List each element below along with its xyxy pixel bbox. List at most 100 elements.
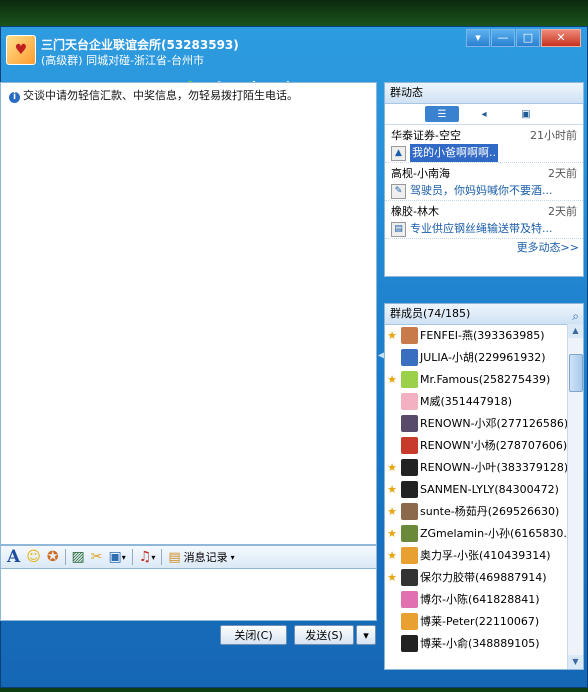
dynamics-message[interactable]: ▲ 我的小爸啊啊啊.. bbox=[391, 144, 577, 162]
dynamics-message[interactable]: ▤ 专业供应钢丝绳输送带及特... bbox=[391, 220, 577, 238]
image-icon[interactable]: ▨ bbox=[72, 549, 85, 565]
dynamics-author[interactable]: 橡胶-林木 bbox=[391, 203, 439, 220]
member-avatar[interactable] bbox=[401, 348, 418, 366]
admin-star-icon: ★ bbox=[387, 482, 397, 496]
admin-star-icon: ★ bbox=[387, 548, 397, 562]
dynamics-item[interactable]: 高枧-小南海 2天前 ✎ 驾驶员，你妈妈喊你不要酒... bbox=[385, 163, 583, 201]
member-row[interactable]: RENOWN-小邓(277126586) bbox=[385, 412, 568, 434]
member-row[interactable]: 博莱-小俞(348889105) bbox=[385, 632, 568, 654]
dynamics-message-text: 驾驶员，你妈妈喊你不要酒... bbox=[410, 184, 553, 197]
dynamics-time: 21小时前 bbox=[530, 129, 577, 142]
member-name: RENOWN'小杨(278707606) bbox=[420, 439, 568, 452]
magic-face-icon[interactable]: ✪ bbox=[47, 549, 59, 565]
close-window-button[interactable]: ✕ bbox=[541, 29, 581, 47]
dynamics-time: 2天前 bbox=[548, 167, 577, 180]
member-avatar[interactable] bbox=[401, 546, 418, 564]
format-toolbar: A ☺ ✪ ▨ ✂ ▣ ▾ ♫ ▾ ▤ 消息记录 ▾ bbox=[0, 545, 377, 569]
member-name: FENFEI-燕(393363985) bbox=[420, 329, 545, 342]
dynamics-item-header: 橡胶-林木 2天前 bbox=[391, 203, 577, 220]
member-name: sunte-杨茹丹(269526630) bbox=[420, 505, 560, 518]
member-list-scrollbar[interactable]: ▲ ▼ bbox=[567, 324, 583, 669]
dynamics-item[interactable]: 橡胶-林木 2天前 ▤ 专业供应钢丝绳输送带及特... bbox=[385, 201, 583, 239]
member-row[interactable]: ★ 保尔力胶带(469887914) bbox=[385, 566, 568, 588]
member-row[interactable]: ★ sunte-杨茹丹(269526630) bbox=[385, 500, 568, 522]
dynamics-type-icon: ✎ bbox=[391, 183, 406, 199]
tab-audio[interactable]: ◂ bbox=[467, 106, 501, 122]
member-avatar[interactable] bbox=[401, 458, 418, 476]
window-subtitle: (高级群) 同城对碰-浙江省-台州市 bbox=[41, 54, 205, 67]
dynamics-message[interactable]: ✎ 驾驶员，你妈妈喊你不要酒... bbox=[391, 182, 577, 200]
screen-capture-icon[interactable]: ▣ bbox=[109, 549, 122, 565]
menu-dropdown-button[interactable]: ▾ bbox=[466, 29, 490, 47]
group-dynamics-panel: 群动态 ☰ ◂ ▣ 华泰证券-空空 21小时前 ▲ 我的小爸啊啊啊.. 高枧-小南海 2天… bbox=[384, 82, 584, 277]
music-icon[interactable]: ♫ bbox=[139, 549, 152, 565]
member-row[interactable]: M威(351447918) bbox=[385, 390, 568, 412]
window-controls: ▾ — □ ✕ bbox=[465, 29, 581, 47]
member-name: 博莱-Peter(22110067) bbox=[420, 615, 540, 628]
member-row[interactable]: ★ 奥力孚-小张(410439314) bbox=[385, 544, 568, 566]
message-input[interactable] bbox=[0, 569, 377, 621]
tab-album[interactable]: ▣ bbox=[509, 106, 543, 122]
send-options-button[interactable]: ▾ bbox=[356, 625, 376, 645]
member-row[interactable]: 博尔-小陈(641828841) bbox=[385, 588, 568, 610]
group-members-panel: 群成员(74/185) ⌕ ★ FENFEI-燕(393363985) JULIA-… bbox=[384, 303, 584, 670]
admin-star-icon: ★ bbox=[387, 526, 397, 540]
scroll-down-arrow[interactable]: ▼ bbox=[568, 655, 583, 669]
member-row[interactable]: ★ ZGmelamin-小孙(6165830... bbox=[385, 522, 568, 544]
member-avatar[interactable] bbox=[401, 392, 418, 410]
member-row[interactable]: ★ SANMEN-LYLY(84300472) bbox=[385, 478, 568, 500]
member-avatar[interactable] bbox=[401, 568, 418, 586]
dynamics-author[interactable]: 华泰证券-空空 bbox=[391, 127, 461, 144]
dynamics-message-text: 我的小爸啊啊啊.. bbox=[410, 144, 498, 162]
scroll-thumb[interactable] bbox=[569, 354, 583, 392]
dynamics-item[interactable]: 华泰证券-空空 21小时前 ▲ 我的小爸啊啊啊.. bbox=[385, 125, 583, 163]
dynamics-type-icon: ▲ bbox=[391, 145, 406, 161]
close-button[interactable]: 关闭(C) bbox=[220, 625, 287, 645]
more-dynamics-link[interactable]: 更多动态>> bbox=[385, 239, 583, 257]
search-icon[interactable]: ⌕ bbox=[572, 306, 579, 326]
member-name: Mr.Famous(258275439) bbox=[420, 372, 551, 386]
member-row[interactable]: ★ FENFEI-燕(393363985) bbox=[385, 324, 568, 346]
member-avatar[interactable] bbox=[401, 370, 418, 388]
member-row[interactable]: RENOWN'小杨(278707606) bbox=[385, 434, 568, 456]
member-avatar[interactable] bbox=[401, 590, 418, 608]
member-row[interactable]: ★ Mr.Famous(258275439) bbox=[385, 368, 568, 390]
dynamics-author[interactable]: 高枧-小南海 bbox=[391, 165, 450, 182]
member-avatar[interactable] bbox=[401, 326, 418, 344]
message-history-button[interactable]: ▤ 消息记录 ▾ bbox=[168, 549, 234, 565]
maximize-button[interactable]: □ bbox=[516, 29, 540, 47]
member-avatar[interactable] bbox=[401, 612, 418, 630]
send-button[interactable]: 发送(S) bbox=[294, 625, 354, 645]
member-name: SANMEN-LYLY(84300472) bbox=[420, 482, 559, 496]
member-name: 奥力孚-小张(410439314) bbox=[420, 549, 551, 562]
admin-star-icon: ★ bbox=[387, 504, 397, 518]
font-icon[interactable]: A bbox=[7, 547, 20, 567]
member-avatar[interactable] bbox=[401, 480, 418, 498]
member-row[interactable]: 博莱-Peter(22110067) bbox=[385, 610, 568, 632]
admin-star-icon: ★ bbox=[387, 372, 397, 386]
member-name: 博莱-小俞(348889105) bbox=[420, 637, 540, 650]
dynamics-message-text: 专业供应钢丝绳输送带及特... bbox=[410, 222, 553, 235]
member-avatar[interactable] bbox=[401, 634, 418, 652]
security-notice-text: 交谈中请勿轻信汇款、中奖信息，勿轻易拨打陌生电话。 bbox=[23, 89, 298, 102]
member-avatar[interactable] bbox=[401, 436, 418, 454]
admin-star-icon: ★ bbox=[387, 570, 397, 584]
emoji-icon[interactable]: ☺ bbox=[26, 549, 41, 565]
member-name: 保尔力胶带(469887914) bbox=[420, 571, 547, 584]
chat-message-area[interactable]: i 交谈中请勿轻信汇款、中奖信息，勿轻易拨打陌生电话。 bbox=[0, 82, 377, 545]
member-row[interactable]: JULIA-小胡(229961932) bbox=[385, 346, 568, 368]
tab-list[interactable]: ☰ bbox=[425, 106, 459, 122]
admin-star-icon: ★ bbox=[387, 328, 397, 342]
member-avatar[interactable] bbox=[401, 524, 418, 542]
member-avatar[interactable] bbox=[401, 502, 418, 520]
title-bar[interactable]: ♥ 三门天台企业联谊会所(53283593) (高级群) 同城对碰-浙江省-台州… bbox=[1, 27, 587, 71]
minimize-button[interactable]: — bbox=[491, 29, 515, 47]
group-avatar[interactable]: ♥ bbox=[6, 35, 36, 65]
window-title: 三门天台企业联谊会所(53283593) bbox=[41, 38, 239, 52]
screenshot-icon[interactable]: ✂ bbox=[91, 549, 103, 565]
member-row[interactable]: ★ RENOWN-小叶(383379128) bbox=[385, 456, 568, 478]
group-members-header: 群成员(74/185) ⌕ bbox=[385, 304, 583, 325]
scroll-up-arrow[interactable]: ▲ bbox=[568, 324, 583, 338]
member-avatar[interactable] bbox=[401, 414, 418, 432]
message-history-label: 消息记录 bbox=[183, 551, 228, 564]
